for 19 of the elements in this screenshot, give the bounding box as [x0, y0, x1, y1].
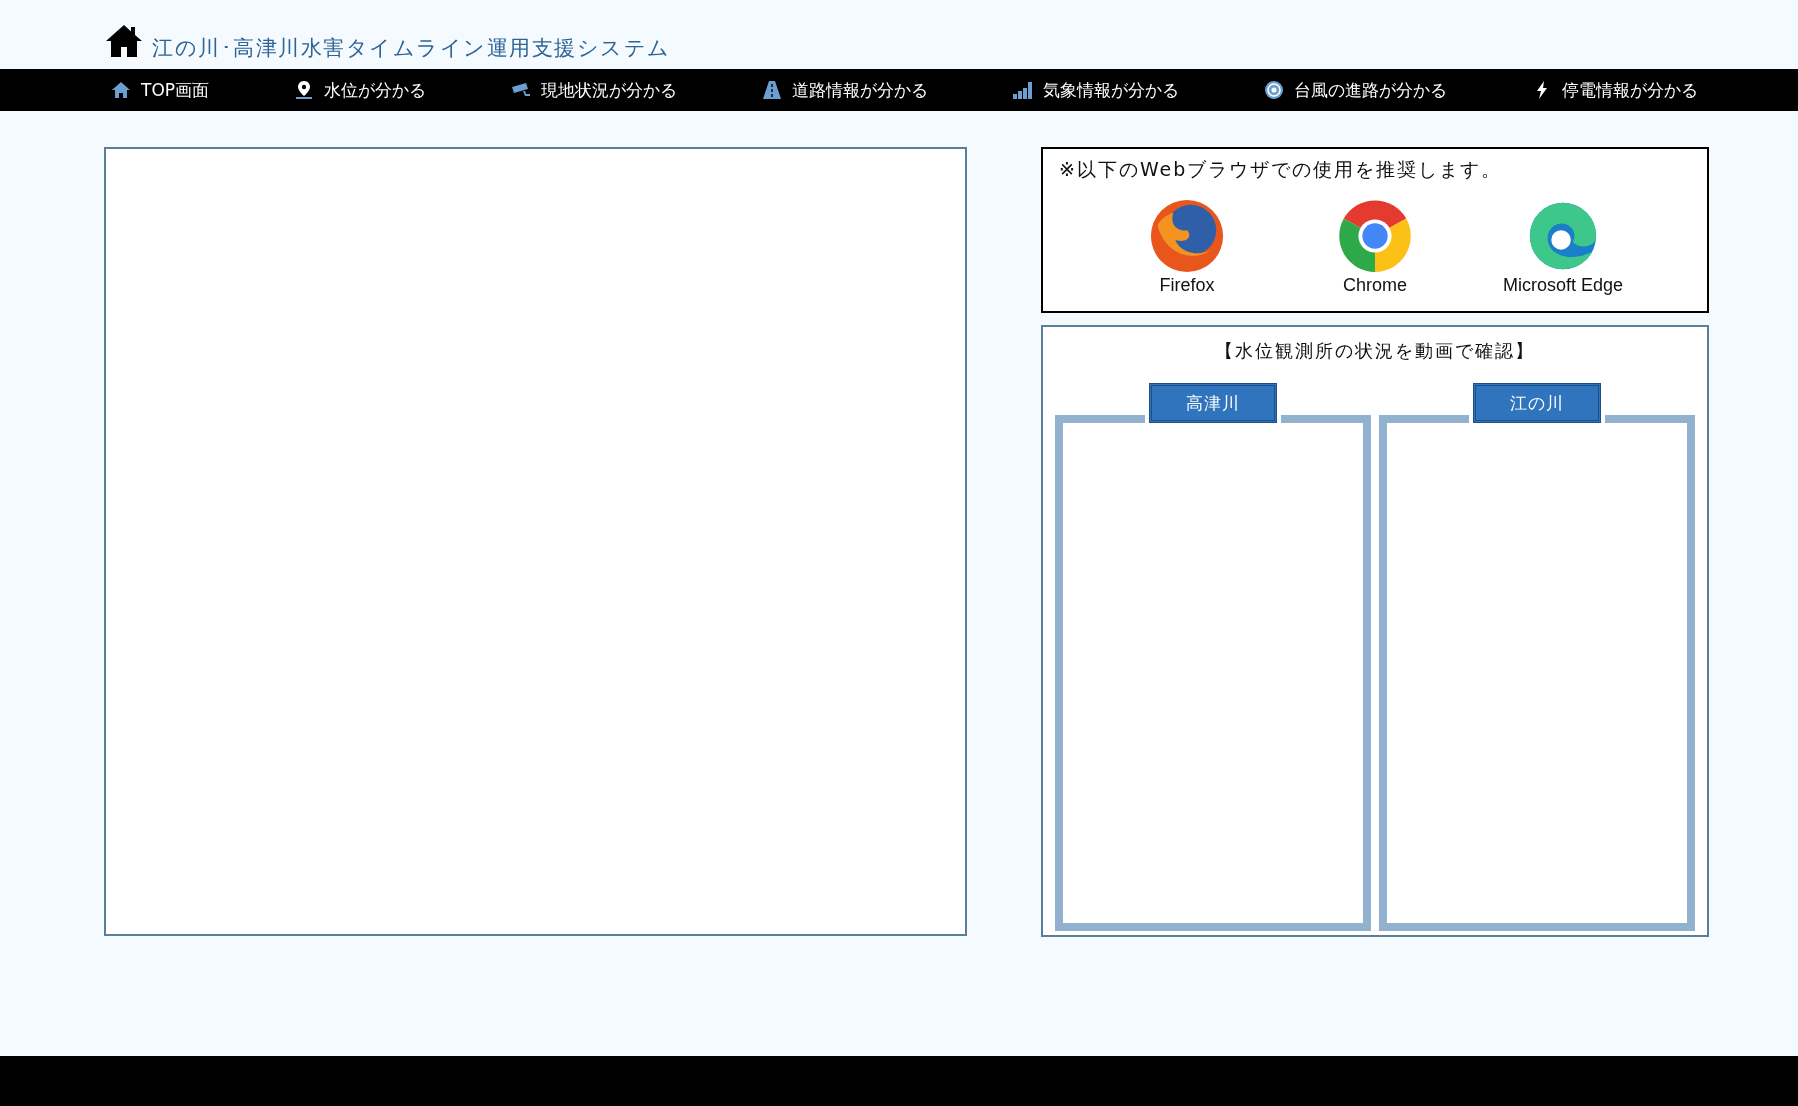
browser-name: Firefox [1159, 275, 1215, 296]
home-icon[interactable] [104, 23, 144, 59]
nav-link[interactable]: TOP画面 [110, 78, 210, 102]
browser-name: Microsoft Edge [1502, 275, 1624, 296]
bar-chart-icon [1012, 80, 1035, 100]
video-panel-title: 【水位観測所の状況を動画で確認】 [1214, 339, 1536, 363]
road-icon [761, 80, 784, 100]
browser-name: Chrome [1343, 275, 1407, 296]
home-icon [110, 80, 132, 100]
nav-link[interactable]: 停電情報が分かる [1531, 78, 1699, 102]
nav-link[interactable]: 現地状況が分かる [510, 78, 678, 102]
system-title: 江の川･高津川水害タイムライン運用支援システム [152, 38, 671, 59]
fox-globe-logo-icon [1148, 197, 1226, 275]
notice-text: ※以下のWebブラウザでの使用を推奨します。 [1059, 157, 1504, 182]
nav-link[interactable]: 台風の進路が分かる [1263, 78, 1448, 102]
nav-link[interactable]: 水位が分かる [293, 78, 427, 102]
nav-link[interactable]: 気象情報が分かる [1012, 78, 1180, 102]
nav-link[interactable]: 道路情報が分かる [761, 78, 929, 102]
typhoon-icon [1263, 80, 1286, 100]
